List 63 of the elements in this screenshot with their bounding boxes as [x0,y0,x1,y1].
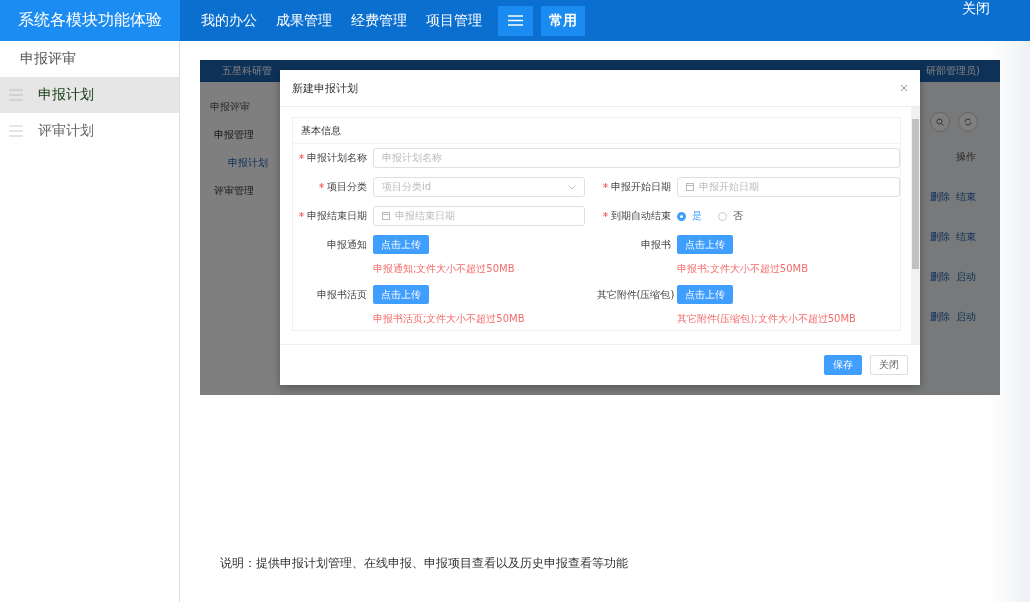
upload-hint: 其它附件(压缩包);文件大小不超过50MB [676,312,857,326]
menu-icon [508,15,523,26]
search-button[interactable] [930,112,950,132]
menu-item[interactable]: 评审管理 [210,184,280,198]
chevron-down-icon [568,184,577,190]
field-label: 项目分类 [293,177,373,197]
action-link[interactable]: 删除 [930,310,950,324]
upload-hint: 申报书活页;文件大小不超过50MB [373,312,526,326]
upload-button[interactable]: 点击上传 [373,235,429,254]
action-link[interactable]: 删除 [930,190,950,204]
column-header: 操作 [955,150,976,164]
dialog-title: 新建申报计划 [292,80,358,96]
app-title: 系统各模块功能体验 [0,0,180,41]
close-link[interactable]: 关闭 [962,0,990,41]
calendar-icon [382,212,390,220]
field-label: 申报计划名称 [293,148,373,168]
field-label: 申报结束日期 [293,206,373,226]
sidebar-heading: 申报评审 [19,49,77,68]
close-icon[interactable] [900,84,908,92]
radio-button[interactable] [676,211,686,221]
field-label: 申报通知 [326,238,368,252]
refresh-button[interactable] [958,112,978,132]
nav-item[interactable]: 常用 [541,5,585,36]
radio-button[interactable] [717,211,727,221]
menu-button[interactable] [498,5,533,36]
upload-button[interactable]: 点击上传 [373,285,429,304]
scrollbar[interactable] [911,107,920,344]
upload-hint: 申报书;文件大小不超过50MB [676,262,810,276]
breadcrumb: 申报评审 [210,100,251,114]
action-link[interactable]: 启动 [956,310,976,324]
upload-button[interactable]: 点击上传 [676,235,733,254]
nav-item[interactable]: 项目管理 [418,5,490,36]
field-label: 到期自动结束 [596,206,677,226]
search-icon [936,118,944,126]
user-name: 研部管理员) [926,64,980,78]
upload-hint: 申报通知;文件大小不超过50MB [373,262,516,276]
action-link[interactable]: 结束 [956,230,976,244]
nav-item[interactable]: 成果管理 [268,5,340,36]
field-label: 申报书活页 [316,288,368,302]
refresh-icon [964,118,972,126]
field-label: 申报开始日期 [596,177,677,197]
action-link[interactable]: 结束 [956,190,976,204]
upload-button[interactable]: 点击上传 [676,285,733,304]
calendar-icon [685,183,694,191]
save-button[interactable]: 保存 [824,355,862,375]
radio-label: 是 [691,209,702,223]
menu-item[interactable]: 申报管理 [210,128,280,142]
close-button[interactable]: 关闭 [870,355,908,375]
action-link[interactable]: 删除 [930,230,950,244]
app-title: 五星科研管 [222,64,272,78]
radio-label: 否 [732,209,743,223]
input-field[interactable]: 申报计划名称 [373,148,900,168]
field-label: 其它附件(压缩包) [596,288,676,302]
action-link[interactable]: 启动 [956,270,976,284]
section-title: 基本信息 [293,118,900,144]
action-link[interactable]: 删除 [930,270,950,284]
field-label: 申报书 [639,238,672,252]
sidebar-item[interactable]: 申报计划 [0,77,179,113]
menu-icon[interactable] [8,125,24,137]
nav-item[interactable]: 经费管理 [343,5,415,36]
nav-item[interactable]: 我的办公 [193,5,265,36]
menu-item[interactable]: 申报计划 [210,156,280,170]
description-text: 说明：提供申报计划管理、在线申报、申报项目查看以及历史申报查看等功能 [219,555,629,572]
